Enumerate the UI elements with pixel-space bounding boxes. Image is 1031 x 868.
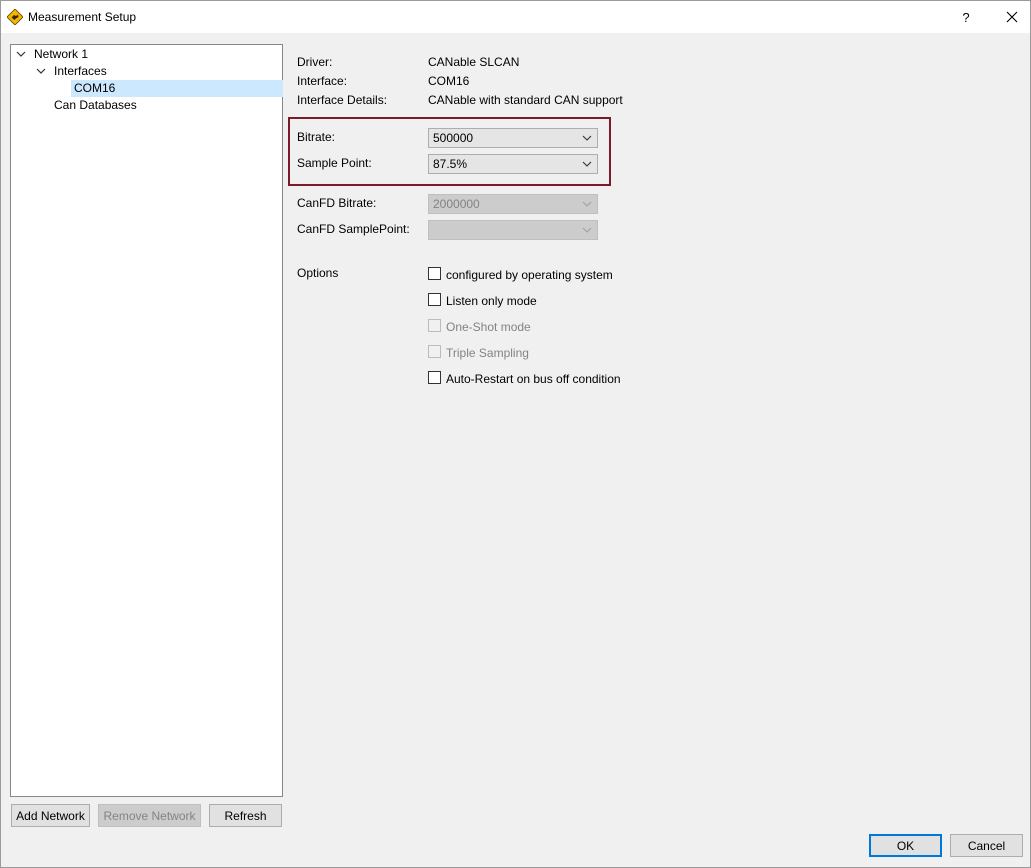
window-title: Measurement Setup — [28, 10, 137, 24]
tree-item-label: COM16 — [74, 81, 116, 95]
canfd-bitrate-select-value: 2000000 — [433, 197, 480, 211]
interface-label: Interface: — [297, 74, 348, 88]
auto-restart-checkbox[interactable] — [428, 371, 441, 384]
driver-value: CANable SLCAN — [428, 55, 520, 69]
canfd-samplepoint-select[interactable] — [428, 220, 598, 240]
triple-sampling-label: Triple Sampling — [446, 346, 529, 360]
chevron-down-icon — [582, 135, 592, 141]
tree-item-network[interactable]: Network 1 — [15, 46, 275, 63]
triple-sampling-checkbox[interactable] — [428, 345, 441, 358]
bitrate-select[interactable]: 500000 — [428, 128, 598, 148]
ok-button[interactable]: OK — [869, 834, 942, 857]
tree-item-label: Can Databases — [54, 98, 137, 112]
remove-network-button[interactable]: Remove Network — [98, 804, 201, 827]
chevron-down-icon[interactable] — [16, 49, 26, 59]
interface-value: COM16 — [428, 74, 470, 88]
sample-point-select[interactable]: 87.5% — [428, 154, 598, 174]
one-shot-label: One-Shot mode — [446, 320, 531, 334]
configured-by-os-checkbox[interactable] — [428, 267, 441, 280]
close-icon — [1006, 11, 1018, 23]
interface-details-label: Interface Details: — [297, 93, 388, 107]
canfd-samplepoint-label: CanFD SamplePoint: — [297, 222, 410, 236]
cancel-button[interactable]: Cancel — [950, 834, 1023, 857]
sample-point-select-value: 87.5% — [433, 157, 468, 171]
chevron-down-icon — [582, 227, 592, 233]
help-button[interactable]: ? — [943, 1, 989, 33]
add-network-button[interactable]: Add Network — [11, 804, 90, 827]
listen-only-label[interactable]: Listen only mode — [446, 294, 537, 308]
chevron-down-icon[interactable] — [36, 66, 46, 76]
tree-item-com16[interactable]: COM16 — [74, 80, 274, 97]
canfd-bitrate-label: CanFD Bitrate: — [297, 196, 377, 210]
help-icon: ? — [962, 9, 970, 25]
sample-point-label: Sample Point: — [297, 156, 372, 170]
listen-only-checkbox[interactable] — [428, 293, 441, 306]
canfd-bitrate-select[interactable]: 2000000 — [428, 194, 598, 214]
bitrate-label: Bitrate: — [297, 130, 336, 144]
options-label: Options — [297, 266, 339, 280]
tree-item-label: Interfaces — [54, 64, 107, 78]
chevron-down-icon — [582, 201, 592, 207]
title-bar: Measurement Setup ? — [1, 1, 1030, 33]
refresh-button[interactable]: Refresh — [209, 804, 282, 827]
chevron-down-icon — [582, 161, 592, 167]
measurement-setup-window: Measurement Setup ? Network 1 Interfaces… — [0, 0, 1031, 868]
configured-by-os-label[interactable]: configured by operating system — [446, 268, 613, 282]
tree-item-interfaces[interactable]: Interfaces — [35, 63, 275, 80]
network-tree[interactable]: Network 1 Interfaces COM16 Can Databases — [10, 44, 283, 797]
close-button[interactable] — [989, 1, 1031, 33]
tree-item-label: Network 1 — [34, 47, 89, 61]
tree-item-can-databases[interactable]: Can Databases — [54, 97, 274, 114]
driver-label: Driver: — [297, 55, 333, 69]
interface-details-value: CANable with standard CAN support — [428, 93, 623, 107]
auto-restart-label[interactable]: Auto-Restart on bus off condition — [446, 372, 621, 386]
app-logo-icon — [7, 9, 23, 25]
one-shot-checkbox[interactable] — [428, 319, 441, 332]
bitrate-select-value: 500000 — [433, 131, 474, 145]
